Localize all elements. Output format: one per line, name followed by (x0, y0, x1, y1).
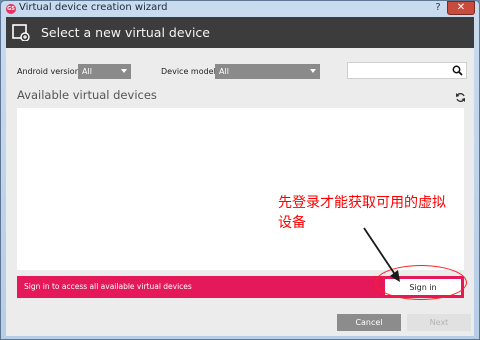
search-box (347, 62, 467, 79)
annotation-note: 先登录才能获取可用的虚拟设备 (278, 195, 446, 231)
section-title: Available virtual devices (17, 88, 157, 102)
device-model-select[interactable]: All (215, 64, 320, 79)
android-version-select[interactable]: All (78, 64, 131, 79)
chevron-down-icon (121, 69, 127, 73)
wizard-header: Select a new virtual device (6, 17, 474, 48)
device-model-label: Device model: (161, 67, 219, 76)
next-button[interactable]: Next (407, 314, 471, 331)
app-logo-icon: GS (6, 4, 16, 14)
title-bar: GS Virtual device creation wizard ? ✕ (1, 1, 479, 17)
signin-message: Sign in to access all available virtual … (24, 282, 192, 291)
help-button[interactable]: ? (431, 2, 445, 14)
close-button[interactable]: ✕ (447, 1, 475, 15)
search-input[interactable] (348, 63, 448, 78)
page-title: Select a new virtual device (41, 25, 210, 40)
cancel-button[interactable]: Cancel (337, 314, 401, 331)
refresh-icon[interactable] (455, 92, 466, 103)
chevron-down-icon (310, 69, 316, 73)
search-icon[interactable] (452, 65, 463, 76)
annotation-circle (375, 265, 467, 300)
device-list[interactable] (17, 108, 464, 270)
device-model-value: All (219, 67, 229, 76)
window-title: Virtual device creation wizard (19, 2, 168, 13)
android-version-value: All (82, 67, 92, 76)
android-version-label: Android version: (17, 67, 83, 76)
add-device-icon (12, 24, 30, 41)
